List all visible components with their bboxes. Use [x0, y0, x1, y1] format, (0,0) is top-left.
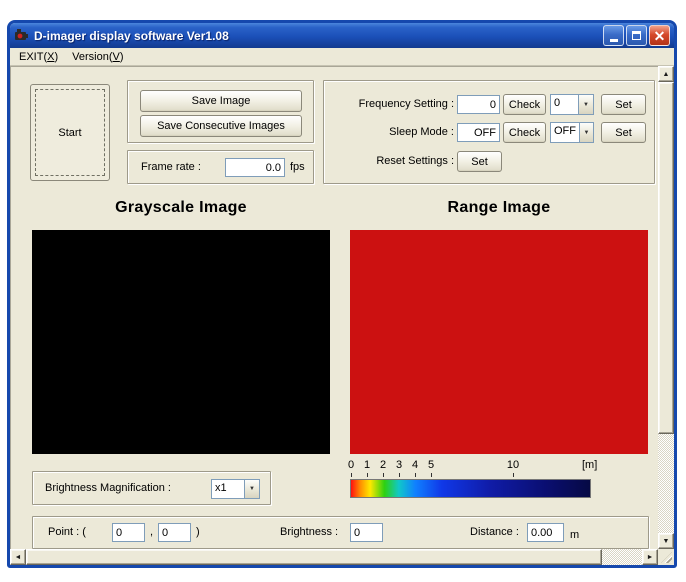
sleep-check-button[interactable]: Check: [503, 122, 546, 143]
frame-rate-unit: fps: [290, 161, 305, 173]
frequency-set-button[interactable]: Set: [601, 94, 646, 115]
menu-version-text-end: ): [119, 50, 124, 63]
maximize-icon: [632, 31, 641, 40]
scale-tick-mark: [399, 473, 400, 477]
point-y-field[interactable]: [158, 523, 191, 542]
reset-settings-label: Reset Settings :: [376, 155, 454, 167]
frequency-check-button[interactable]: Check: [503, 94, 546, 115]
chevron-down-icon[interactable]: ▼: [579, 123, 593, 142]
close-button[interactable]: ✕: [649, 25, 670, 46]
scroll-down-button[interactable]: ▼: [658, 533, 674, 549]
range-image[interactable]: [350, 230, 648, 454]
frequency-select[interactable]: 0 ▼: [550, 94, 594, 115]
client-area: Start Save Image Save Consecutive Images…: [10, 66, 674, 565]
app-window: D-imager display software Ver1.08 ✕ EXIT…: [7, 20, 677, 568]
range-scale: 0 1 2 3 4 5 10 [m]: [347, 457, 602, 503]
brightness-magnification-label: Brightness Magnification :: [45, 482, 171, 494]
point-close: ): [196, 526, 200, 538]
sleep-mode-field[interactable]: [457, 123, 500, 142]
scale-tick: 2: [379, 459, 387, 471]
frame-rate-label: Frame rate :: [141, 161, 201, 173]
range-image-title: Range Image: [447, 199, 551, 216]
minimize-button[interactable]: [603, 25, 624, 46]
status-group: Point : ( , ) Brightness : Distance : m: [32, 516, 649, 549]
brightness-field[interactable]: [350, 523, 383, 542]
scale-tick-mark: [367, 473, 368, 477]
menu-item-version[interactable]: Version(V): [65, 49, 130, 65]
menu-version-key: V: [112, 50, 120, 63]
maximize-button[interactable]: [626, 25, 647, 46]
chevron-down-icon[interactable]: ▼: [578, 95, 593, 114]
sleep-mode-select-value: OFF: [554, 125, 576, 137]
device-settings-group: Frequency Setting : Check 0 ▼ Set Sleep …: [323, 80, 655, 184]
point-x-field[interactable]: [112, 523, 145, 542]
scale-tick-mark: [415, 473, 416, 477]
start-button[interactable]: Start: [30, 84, 110, 181]
scroll-right-icon: ►: [646, 553, 654, 561]
point-label: Point : (: [48, 526, 86, 538]
reset-set-button[interactable]: Set: [457, 151, 502, 172]
save-group: Save Image Save Consecutive Images: [127, 80, 314, 143]
scroll-left-icon: ◄: [14, 553, 22, 561]
magnification-select-value: x1: [215, 482, 227, 494]
scale-unit: [m]: [582, 459, 598, 471]
brightness-label: Brightness :: [280, 526, 339, 538]
distance-field[interactable]: [527, 523, 564, 542]
frame-rate-field[interactable]: [225, 158, 285, 177]
scale-tick: 1: [363, 459, 371, 471]
menubar: EXIT(X) Version(V): [10, 48, 674, 66]
titlebar[interactable]: D-imager display software Ver1.08 ✕: [10, 23, 674, 48]
menu-version-text: Version(: [72, 50, 113, 63]
range-colorbar: [350, 479, 591, 498]
scale-tick-mark: [351, 473, 352, 477]
menu-exit-text-end: ): [54, 50, 59, 63]
scale-tick: 3: [395, 459, 403, 471]
app-icon[interactable]: [14, 28, 29, 43]
content-area: Start Save Image Save Consecutive Images…: [10, 66, 658, 549]
scroll-down-icon: ▼: [662, 537, 670, 545]
scale-tick: 10: [506, 459, 520, 471]
menu-item-exit[interactable]: EXIT(X): [12, 49, 65, 65]
scale-tick-mark: [431, 473, 432, 477]
frequency-field[interactable]: [457, 95, 500, 114]
desktop: { "window": { "title": "D-imager display…: [0, 0, 686, 582]
minimize-icon: [609, 39, 618, 42]
vertical-scroll-thumb[interactable]: [658, 82, 674, 434]
grayscale-image[interactable]: [32, 230, 330, 454]
grayscale-image-title: Grayscale Image: [115, 199, 247, 216]
close-icon: ✕: [653, 27, 666, 44]
save-consecutive-images-button[interactable]: Save Consecutive Images: [140, 115, 302, 137]
scale-tick-mark: [383, 473, 384, 477]
chevron-down-icon[interactable]: ▼: [244, 480, 259, 498]
frequency-setting-label: Frequency Setting :: [358, 98, 454, 110]
magnification-select[interactable]: x1 ▼: [211, 479, 260, 499]
horizontal-scroll-thumb[interactable]: [26, 549, 602, 565]
distance-unit: m: [570, 529, 580, 541]
magnification-group: Brightness Magnification : x1 ▼: [32, 471, 271, 505]
vertical-scrollbar[interactable]: ▲ ▼: [658, 66, 674, 549]
scrollbar-corner: [658, 549, 674, 565]
scroll-up-button[interactable]: ▲: [658, 66, 674, 82]
distance-label: Distance :: [470, 526, 519, 538]
scale-tick: 5: [427, 459, 435, 471]
frequency-select-value: 0: [554, 97, 561, 109]
scale-tick: 0: [347, 459, 355, 471]
scroll-left-button[interactable]: ◄: [10, 549, 26, 565]
save-image-button[interactable]: Save Image: [140, 90, 302, 112]
horizontal-scrollbar[interactable]: ◄ ►: [10, 549, 658, 565]
sleep-mode-label: Sleep Mode :: [389, 126, 454, 138]
scroll-right-button[interactable]: ►: [642, 549, 658, 565]
point-separator: ,: [150, 526, 154, 538]
scale-tick: 4: [411, 459, 419, 471]
sleep-mode-select[interactable]: OFF ▼: [550, 122, 594, 143]
window-title: D-imager display software Ver1.08: [34, 28, 229, 43]
resize-grip-icon[interactable]: [661, 552, 672, 563]
frame-rate-group: Frame rate : fps: [127, 150, 314, 184]
sleep-set-button[interactable]: Set: [601, 122, 646, 143]
scale-tick-mark: [513, 473, 514, 477]
menu-exit-text: EXIT(: [19, 50, 48, 63]
scroll-up-icon: ▲: [662, 70, 670, 78]
